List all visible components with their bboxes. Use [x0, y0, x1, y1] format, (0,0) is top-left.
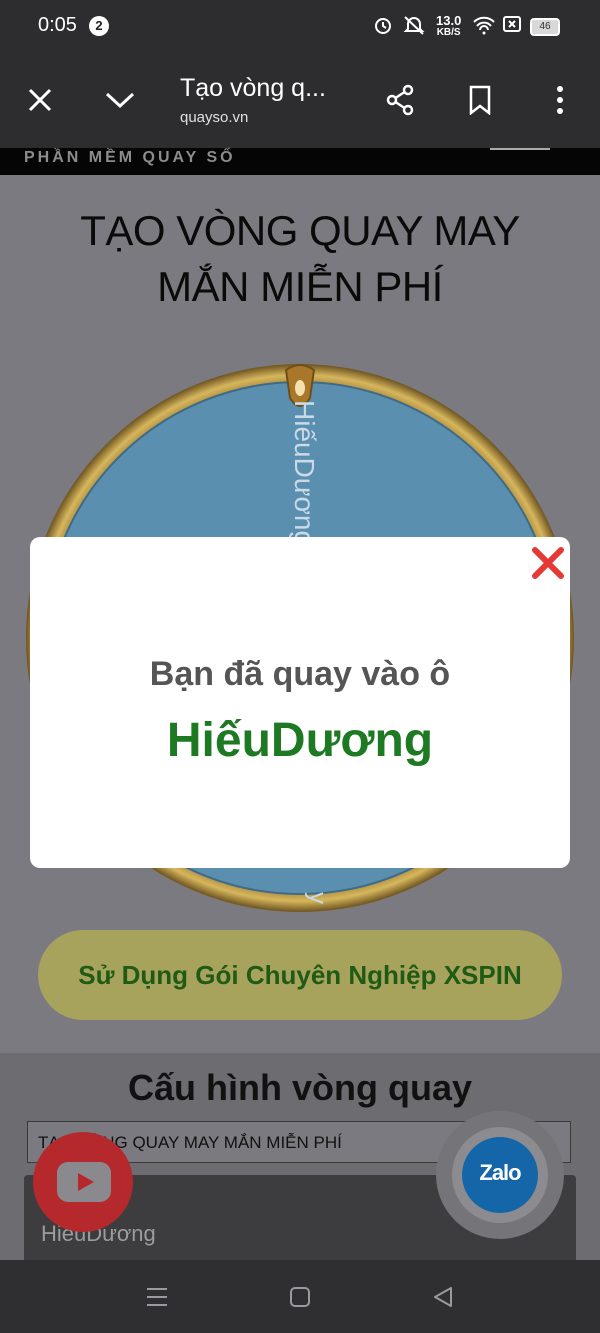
- config-title: Cấu hình vòng quay: [127, 1067, 472, 1108]
- share-button[interactable]: [376, 76, 424, 124]
- minimize-button[interactable]: [96, 76, 144, 124]
- result-modal: Bạn đã quay vào ô HiếuDương: [30, 537, 570, 868]
- close-icon: [28, 88, 52, 112]
- back-button[interactable]: [426, 1280, 460, 1314]
- page-heading: TẠO VÒNG QUAY MAY MẮN MIỄN PHÍ: [80, 207, 520, 310]
- system-nav-bar: [0, 1260, 600, 1333]
- mute-icon: [402, 14, 426, 42]
- youtube-button[interactable]: [33, 1132, 133, 1232]
- youtube-icon: [57, 1162, 111, 1202]
- promo-button[interactable]: Sử Dụng Gói Chuyên Nghiệp XSPIN: [38, 930, 562, 1020]
- menu-icon: [147, 1288, 167, 1306]
- zalo-icon: Zalo: [462, 1137, 538, 1213]
- battery-indicator: 46: [530, 18, 560, 36]
- wheel-segment-label: HiếuDương: [289, 400, 320, 546]
- network-speed: 13.0 KB/S: [436, 13, 462, 38]
- chevron-down-icon: [105, 92, 135, 109]
- page-title: Tạo vòng q...: [180, 74, 326, 102]
- status-time: 0:05: [38, 14, 77, 36]
- browser-toolbar: Tạo vòng q... quayso.vn: [0, 52, 600, 148]
- site-logo-text: PHẦN MỀM QUAY SỐ: [24, 149, 236, 166]
- more-options-button[interactable]: [536, 76, 584, 124]
- home-button[interactable]: [283, 1280, 317, 1314]
- banner-divider: [490, 148, 550, 150]
- site-banner: PHẦN MỀM QUAY SỐ: [0, 148, 600, 175]
- bookmark-icon: [469, 85, 491, 115]
- more-vertical-icon: [557, 86, 563, 114]
- page-url: quayso.vn: [180, 109, 249, 126]
- result-message: Bạn đã quay vào ô: [149, 655, 451, 693]
- zalo-chat-button[interactable]: Zalo: [436, 1111, 564, 1239]
- close-icon: [532, 547, 564, 579]
- wheel-segment-label-bottom: y: [304, 892, 331, 904]
- close-modal-button[interactable]: [528, 543, 568, 583]
- close-tab-button[interactable]: [16, 76, 64, 124]
- sim-icon: [502, 14, 522, 40]
- back-triangle-icon: [434, 1287, 452, 1307]
- share-icon: [386, 84, 414, 116]
- bookmark-button[interactable]: [456, 76, 504, 124]
- alarm-icon: [372, 14, 394, 42]
- recent-apps-button[interactable]: [140, 1280, 174, 1314]
- home-square-icon: [290, 1287, 310, 1307]
- notification-count-badge: 2: [89, 16, 109, 36]
- status-bar: 0:05 2 13.0 KB/S 46: [0, 0, 600, 52]
- result-value: HiếuDương: [166, 714, 434, 767]
- wifi-icon: [472, 14, 496, 42]
